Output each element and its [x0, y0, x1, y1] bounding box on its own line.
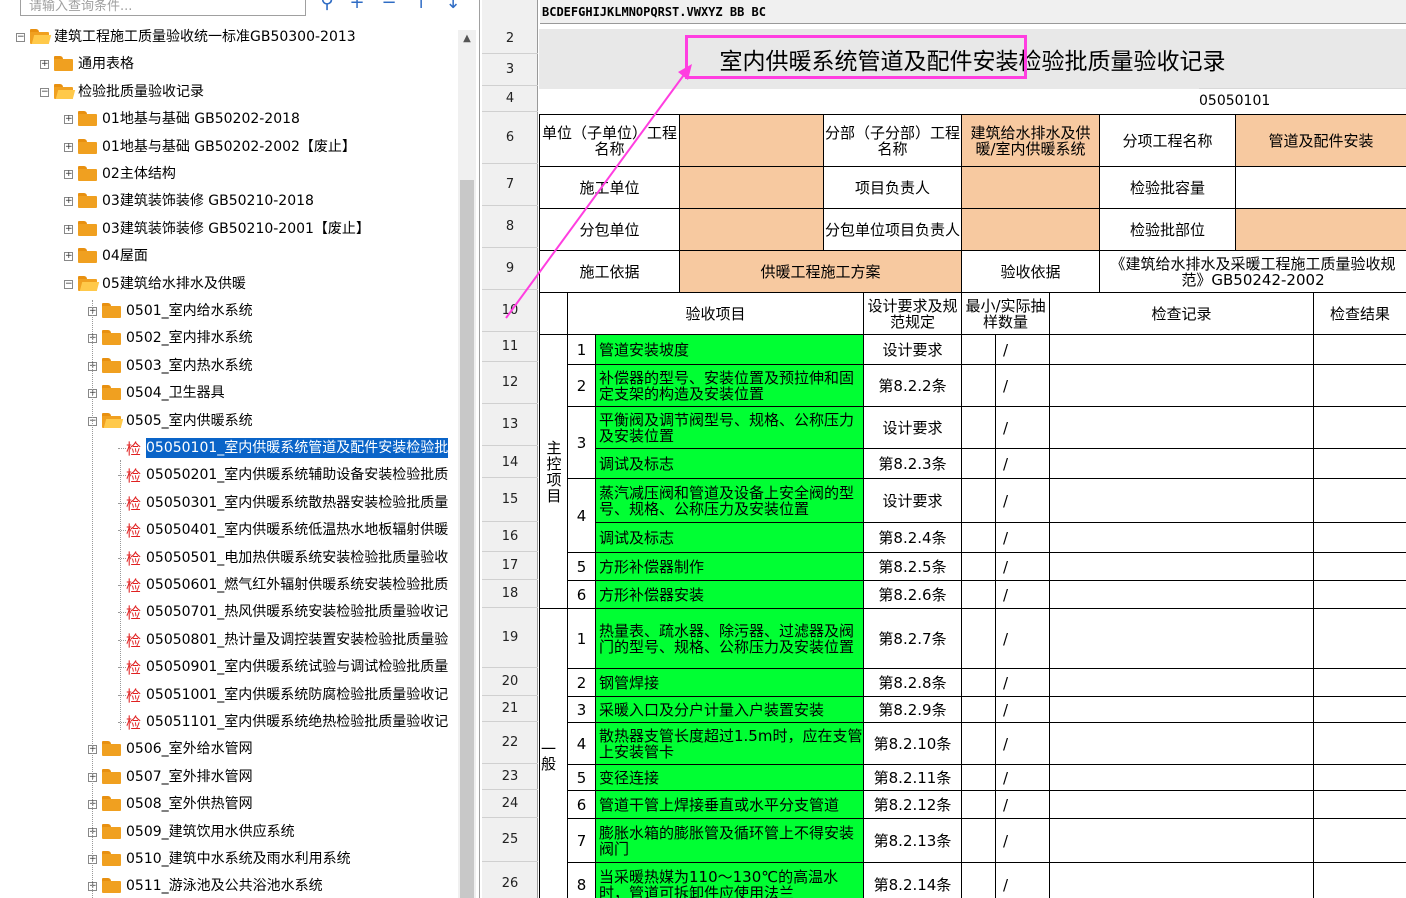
folder-icon [78, 220, 98, 236]
expand-icon[interactable]: + [64, 115, 73, 125]
collapse-icon[interactable]: − [64, 279, 73, 289]
tree-node[interactable]: 05050401_室内供暖系统低温热水地板辐射供暖 [146, 517, 448, 543]
expand-icon[interactable]: + [64, 197, 73, 207]
tree-node[interactable]: 检验批质量验收记录 [78, 79, 204, 105]
tree-connector [118, 448, 126, 449]
tree-node[interactable]: 03建筑装饰装修 GB50210-2018 [102, 188, 314, 214]
tree-node[interactable]: 通用表格 [78, 51, 134, 77]
inspection-form-icon: 检 [126, 577, 142, 595]
tree-node[interactable]: 05050701_热风供暖系统安装检验批质量验收记 [146, 599, 448, 625]
tree-node[interactable]: 01地基与基础 GB50202-2002【废止】 [102, 134, 356, 160]
move-up-icon[interactable]: ↑ [410, 0, 432, 14]
tree-node[interactable]: 05051101_室内供暖系统绝热检验批质量验收记 [146, 709, 448, 735]
folder-icon [102, 823, 122, 839]
scroll-up-icon[interactable]: ▲ [458, 30, 476, 48]
tree-node[interactable]: 0506_室外给水管网 [126, 736, 253, 762]
tree-node[interactable]: 05050501_电加热供暖系统安装检验批质量验收 [146, 545, 448, 571]
tree-node[interactable]: 05050901_室内供暖系统试验与调试检验批质量 [146, 654, 448, 680]
tree-node[interactable]: 05建筑给水排水及供暖 [102, 271, 246, 297]
tree-node[interactable]: 0501_室内给水系统 [126, 298, 253, 324]
tree-node[interactable]: 0507_室外排水管网 [126, 764, 253, 790]
tree-node[interactable]: 0503_室内热水系统 [126, 353, 253, 379]
folder-icon [78, 138, 98, 154]
tree-node[interactable]: 05050201_室内供暖系统辅助设备安装检验批质 [146, 462, 448, 488]
expand-icon[interactable]: + [64, 142, 73, 152]
inspection-form-icon: 检 [126, 604, 142, 623]
folder-open-icon [102, 412, 124, 428]
expand-icon[interactable]: + [64, 170, 73, 179]
folder-icon [102, 385, 122, 401]
folder-icon [102, 741, 122, 757]
tree-node[interactable]: 04屋面 [102, 243, 148, 269]
tree-node[interactable]: 0504_卫生器具 [126, 380, 225, 406]
spreadsheet-panel: 2 3 4 6 7 8 9 10 11 12 13 14 15 16 17 18 19 20 21 22 23 24 25 2… [482, 0, 1406, 898]
folder-open-icon [54, 83, 76, 99]
annotation-arrow [505, 64, 692, 319]
tree-node[interactable]: 0502_室内排水系统 [126, 325, 253, 351]
tree-node[interactable]: 03建筑装饰装修 GB50210-2001【废止】 [102, 216, 370, 242]
expand-icon[interactable]: + [40, 60, 49, 70]
search-icon[interactable]: ⚲ [316, 0, 338, 14]
tree-node[interactable]: 05050801_热计量及调控装置安装检验批质量验 [146, 627, 448, 653]
folder-open-icon [78, 275, 100, 291]
tree-connector [92, 300, 93, 898]
tree-connector [120, 460, 121, 730]
tree-scrollbar[interactable]: ▲ [458, 30, 476, 898]
tree-node[interactable]: 0511_游泳池及公共浴池水系统 [126, 873, 323, 898]
inspection-form-icon: 检 [126, 494, 142, 513]
folder-icon [102, 851, 122, 866]
tree-node[interactable]: 0509_建筑饮用水供应系统 [126, 819, 295, 845]
inspection-form-icon: 检 [126, 549, 142, 568]
tree-node[interactable]: 01地基与基础 GB50202-2018 [102, 106, 300, 132]
tree-node[interactable]: 05051001_室内供暖系统防腐检验批质量验收记 [146, 682, 448, 708]
tree-node[interactable]: 05050301_室内供暖系统散热器安装检验批质量 [146, 490, 448, 516]
tree-node[interactable]: 建筑工程施工质量验收统一标准GB50300-2013 [54, 24, 356, 50]
folder-icon [102, 330, 122, 346]
inspection-form-icon: 检 [126, 659, 142, 678]
scrollbar-thumb[interactable] [460, 180, 474, 898]
move-down-icon[interactable]: ↓ [442, 0, 464, 14]
folder-icon [102, 303, 122, 318]
tree-node-selected[interactable]: 05050101_室内供暖系统管道及配件安装检验批 [146, 438, 449, 458]
inspection-form-icon: 检 [126, 440, 142, 458]
folder-icon [78, 193, 98, 209]
tree-node[interactable]: 0505_室内供暖系统 [126, 408, 253, 434]
tree-node[interactable]: 05050601_燃气红外辐射供暖系统安装检验批质 [146, 572, 448, 598]
inspection-form-icon: 检 [126, 467, 142, 486]
plus-icon[interactable]: + [346, 0, 368, 14]
expand-icon[interactable]: + [64, 224, 73, 234]
tree-node[interactable]: 0510_建筑中水系统及雨水利用系统 [126, 846, 351, 872]
minus-icon[interactable]: − [378, 0, 400, 14]
folder-icon [78, 248, 98, 264]
folder-icon [78, 111, 98, 127]
tree-panel: 请输入查询条件... ⚲ + − ↑ ↓ − 建筑工程施工质量验收统一标准GB50… [0, 0, 480, 898]
inspection-form-icon: 检 [126, 714, 142, 732]
collapse-icon[interactable]: − [40, 87, 49, 97]
tree-node[interactable]: 0508_室外供热管网 [126, 791, 253, 817]
inspection-form-icon: 检 [126, 631, 142, 650]
folder-icon [102, 768, 122, 784]
collapse-icon[interactable]: − [16, 33, 25, 42]
inspection-form-icon: 检 [126, 522, 142, 541]
folder-icon [102, 357, 122, 373]
folder-icon [54, 56, 74, 72]
folder-open-icon [30, 29, 52, 44]
folder-icon [102, 878, 122, 894]
expand-icon[interactable]: + [64, 252, 73, 262]
inspection-form-icon: 检 [126, 686, 142, 705]
folder-icon [102, 796, 122, 812]
folder-icon [78, 166, 98, 181]
tree-node[interactable]: 02主体结构 [102, 161, 176, 187]
search-input[interactable]: 请输入查询条件... [20, 0, 306, 16]
